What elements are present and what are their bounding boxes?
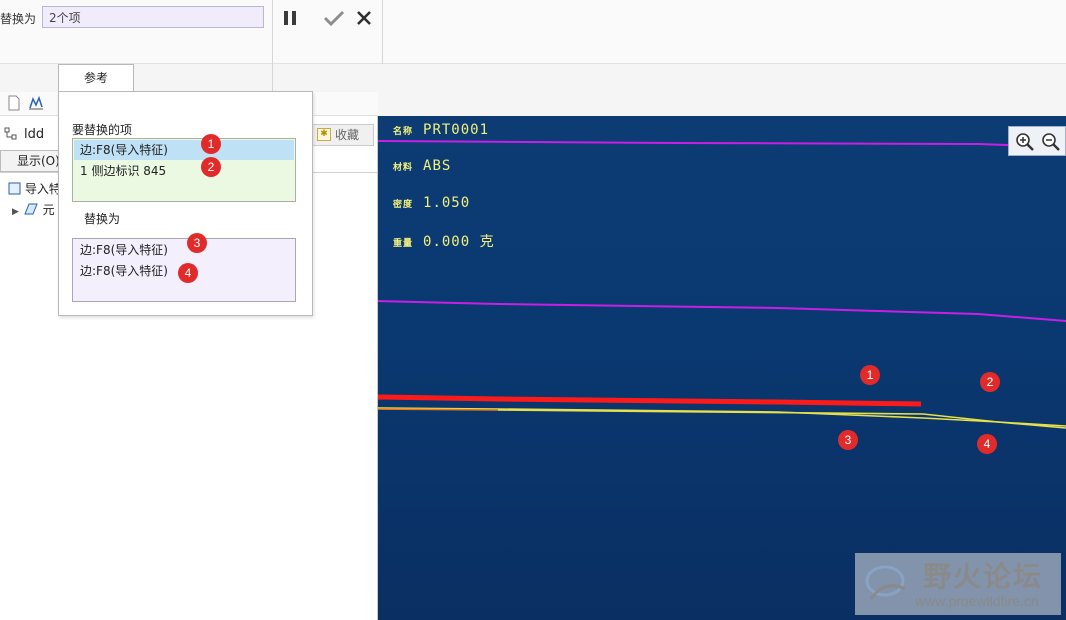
zoom-in-icon[interactable]	[1015, 132, 1035, 152]
param-weight: 重量 0.000 克	[393, 234, 495, 250]
close-icon	[357, 11, 371, 25]
favorites-label: 收藏	[335, 128, 360, 142]
tree-item[interactable]: 导入特	[8, 180, 61, 196]
list-item[interactable]: 边:F8(导入特征)	[74, 240, 294, 260]
param-density: 密度 1.050	[393, 195, 471, 211]
orange-edge	[378, 408, 499, 411]
callout-badge: 4	[977, 434, 997, 454]
graphics-toolbar-strip	[378, 92, 1066, 116]
expand-icon[interactable]: ▶	[12, 207, 19, 217]
tree-icon[interactable]	[28, 95, 44, 111]
items-to-replace-list[interactable]: 边:F8(导入特征) 1 侧边标识 845	[72, 138, 296, 202]
list-item[interactable]: 边:F8(导入特征)	[74, 140, 294, 160]
param-name: 名称 PRT0001	[393, 122, 490, 138]
callout-badge: 1	[860, 365, 880, 385]
replace-with-label: 替换为	[84, 212, 121, 226]
part-icon	[8, 182, 21, 195]
param-material: 材料 ABS	[393, 158, 452, 174]
magenta-edge-top	[378, 140, 1066, 148]
yellow-edge-lower[interactable]	[497, 409, 1066, 429]
zoom-out-icon[interactable]	[1041, 132, 1061, 152]
callout-badge: 2	[201, 157, 221, 177]
new-icon[interactable]	[6, 95, 22, 111]
tab-reference[interactable]: 参考	[58, 64, 134, 91]
selected-edge[interactable]	[378, 394, 922, 407]
callout-badge: 3	[838, 430, 858, 450]
cancel-button[interactable]	[354, 6, 374, 30]
items-to-replace-label: 要替换的项	[72, 123, 133, 137]
divider	[382, 0, 383, 64]
callout-badge: 4	[178, 263, 198, 283]
watermark: 野火论坛 www.proewildfire.cn	[855, 553, 1061, 615]
pause-icon	[284, 11, 288, 25]
model-edges	[378, 140, 1066, 429]
watermark-logo-icon	[865, 565, 906, 600]
model-tree-icon	[4, 127, 17, 140]
watermark-title: 野火论坛	[923, 560, 1044, 593]
callout-badge: 2	[980, 372, 1000, 392]
tree-item-label: 元	[42, 203, 55, 217]
confirm-button[interactable]	[322, 6, 346, 30]
zoom-toolbar	[1008, 126, 1066, 156]
watermark-url: www.proewildfire.cn	[915, 593, 1039, 609]
pause-button[interactable]	[281, 8, 301, 30]
replace-with-field[interactable]	[42, 6, 264, 28]
yellow-edge-upper[interactable]	[378, 407, 1066, 427]
tree-item[interactable]: ▶ 元	[12, 201, 55, 217]
magenta-edge-lower	[378, 300, 1066, 322]
check-icon	[323, 10, 345, 27]
dashboard: 替换为 参考	[0, 0, 1066, 92]
callout-badge: 1	[201, 134, 221, 154]
feature-icon	[24, 203, 38, 215]
model-tree-title: ldd	[24, 127, 45, 142]
star-icon: ✱	[317, 128, 331, 141]
divider	[272, 0, 273, 92]
replace-label: 替换为	[0, 12, 37, 26]
tab-favorites[interactable]: ✱ 收藏	[312, 124, 374, 146]
list-item[interactable]: 1 侧边标识 845	[74, 161, 294, 181]
graphics-window[interactable]: 名称 PRT0001 材料 ABS 密度 1.050 重量 0.000 克 1 2 3 …	[378, 116, 1066, 620]
callout-badge: 3	[187, 233, 207, 253]
tree-item-label: 导入特	[24, 182, 61, 196]
